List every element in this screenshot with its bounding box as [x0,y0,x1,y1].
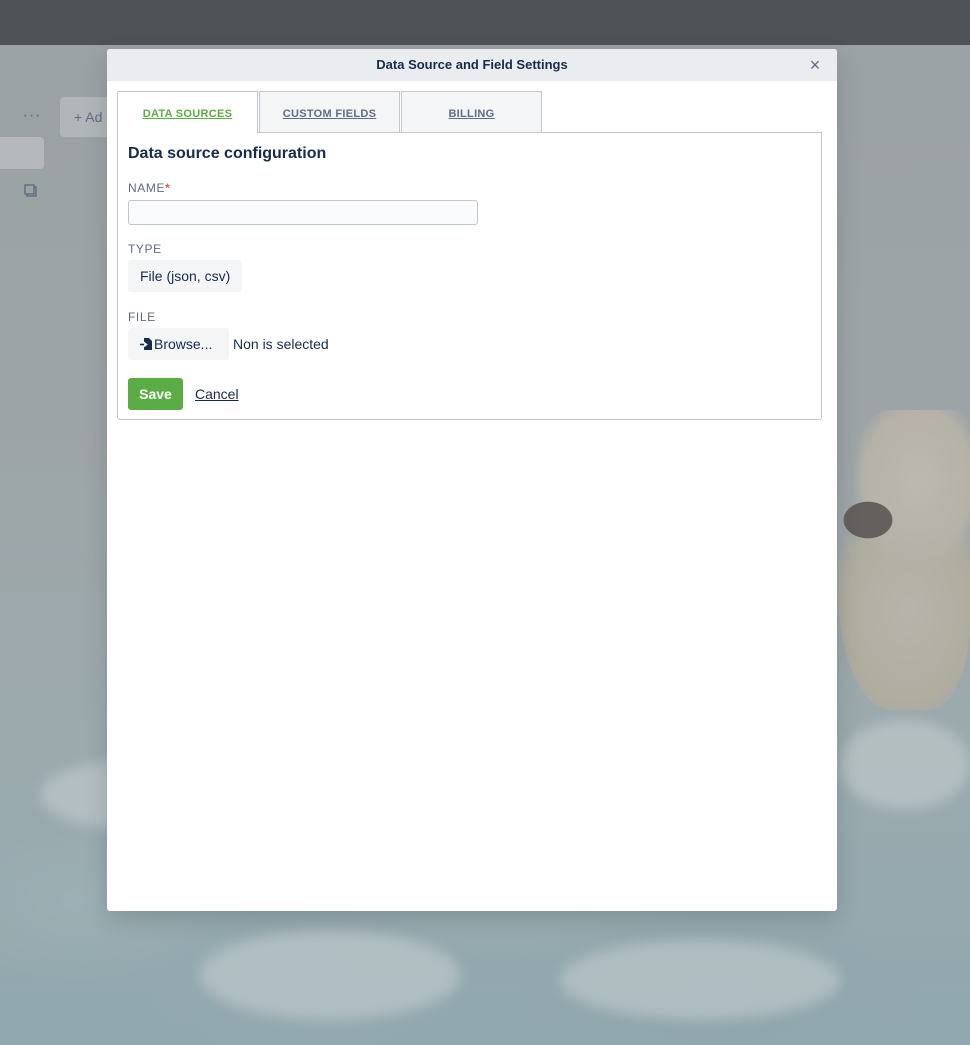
type-select[interactable]: File (json, csv) [128,260,243,292]
settings-tabs: DATA SOURCES CUSTOM FIELDS BILLING [117,91,542,133]
browse-label: Browse... [154,336,213,352]
browse-button[interactable]: Browse... [128,328,229,360]
name-label-text: NAME [128,181,166,195]
settings-modal: Data Source and Field Settings × DATA SO… [107,49,837,911]
top-bar [0,0,970,45]
save-button[interactable]: Save [128,378,183,410]
name-label: NAME* [128,181,170,195]
cancel-link[interactable]: Cancel [195,378,239,410]
tab-billing[interactable]: BILLING [401,91,542,132]
type-label: TYPE [128,242,162,256]
required-mark: * [165,181,171,195]
file-status: Non is selected [233,336,329,352]
panel-heading: Data source configuration [128,145,327,162]
file-label: FILE [128,310,156,324]
close-icon[interactable]: × [805,55,825,75]
file-import-icon [140,330,152,350]
data-source-panel: Data source configuration NAME* TYPE Fil… [117,132,822,420]
modal-title: Data Source and Field Settings [376,57,568,72]
tab-custom-fields[interactable]: CUSTOM FIELDS [259,91,400,132]
modal-header: Data Source and Field Settings × [107,49,837,81]
tab-data-sources[interactable]: DATA SOURCES [117,91,258,133]
name-input[interactable] [128,200,478,225]
